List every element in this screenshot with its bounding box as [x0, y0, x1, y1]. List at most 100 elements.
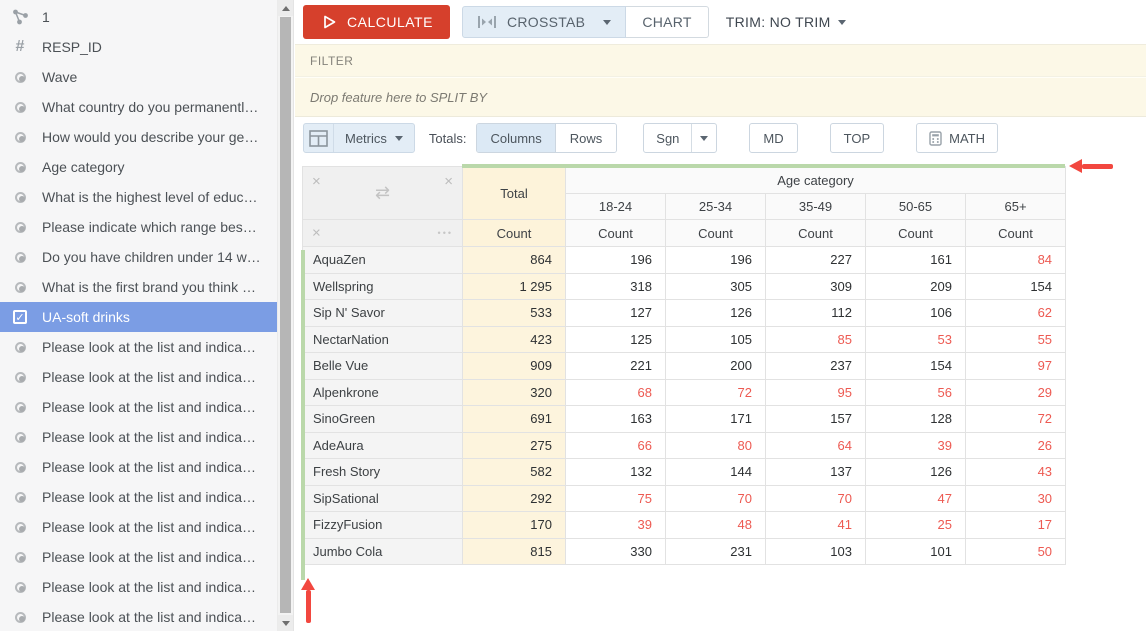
row-label[interactable]: SinoGreen	[303, 406, 463, 433]
sgn-button[interactable]: Sgn	[644, 131, 691, 146]
crosstab-button[interactable]: CROSSTAB	[462, 6, 626, 38]
sidebar-item-label: What is the first brand you think …	[42, 279, 256, 295]
count-value: 227	[766, 247, 866, 274]
math-button[interactable]: MATH	[916, 123, 998, 153]
table-row: Sip N' Savor53312712611210662	[303, 300, 1066, 327]
row-label[interactable]: NectarNation	[303, 326, 463, 353]
sidebar-item-label: 1	[42, 9, 50, 25]
sidebar-item[interactable]: Please look at the list and indica…	[0, 512, 277, 542]
column-header[interactable]: 50-65	[866, 194, 966, 220]
metric-header: Count	[766, 220, 866, 247]
totals-columns-button[interactable]: Columns	[477, 124, 555, 152]
count-value: 70	[766, 485, 866, 512]
count-value: 75	[566, 485, 666, 512]
filter-dropzone[interactable]: FILTER	[295, 44, 1146, 77]
row-label[interactable]: AquaZen	[303, 247, 463, 274]
sidebar-item[interactable]: Please look at the list and indica…	[0, 452, 277, 482]
sidebar-item[interactable]: Wave	[0, 62, 277, 92]
drop-target-line-left	[301, 250, 305, 580]
sidebar-item[interactable]: Please look at the list and indica…	[0, 392, 277, 422]
top-button[interactable]: TOP	[830, 123, 885, 153]
corner-cell-bottom: × •••	[303, 220, 463, 247]
calculator-icon	[929, 131, 942, 146]
radio-icon	[11, 428, 29, 446]
sidebar-item[interactable]: What country do you permanentl…	[0, 92, 277, 122]
arrow-tail	[306, 590, 311, 623]
radio-icon	[11, 398, 29, 416]
sidebar-item[interactable]: 1	[0, 2, 277, 32]
radio-icon	[11, 248, 29, 266]
swap-axes-icon[interactable]: ⇄	[375, 183, 390, 204]
totals-toggle-group: Columns Rows	[476, 123, 617, 153]
column-group-header[interactable]: Age category	[566, 167, 1066, 194]
split-by-placeholder: Drop feature here to SPLIT BY	[310, 90, 487, 105]
column-header[interactable]: 35-49	[766, 194, 866, 220]
arrow-head	[1069, 159, 1082, 173]
annotation-arrow-up	[301, 578, 315, 623]
sidebar-item-label: Please look at the list and indica…	[42, 579, 256, 595]
row-label[interactable]: Belle Vue	[303, 353, 463, 380]
count-value: 330	[566, 538, 666, 565]
column-header[interactable]: 18-24	[566, 194, 666, 220]
sidebar-item[interactable]: Please look at the list and indica…	[0, 332, 277, 362]
row-label[interactable]: Sip N' Savor	[303, 300, 463, 327]
sidebar-item[interactable]: Age category	[0, 152, 277, 182]
remove-metric-icon[interactable]: ×	[312, 226, 321, 241]
count-value: 126	[866, 459, 966, 486]
sidebar-item[interactable]: Please look at the list and indica…	[0, 602, 277, 631]
metrics-dropdown[interactable]: Metrics	[303, 123, 415, 153]
row-label[interactable]: SipSational	[303, 485, 463, 512]
count-value: 47	[866, 485, 966, 512]
sidebar-item[interactable]: What is the first brand you think …	[0, 272, 277, 302]
sidebar-item[interactable]: Please look at the list and indica…	[0, 572, 277, 602]
column-header[interactable]: 25-34	[666, 194, 766, 220]
sgn-dropdown[interactable]	[691, 124, 716, 152]
sidebar-item[interactable]: #RESP_ID	[0, 32, 277, 62]
sidebar-item[interactable]: Please indicate which range bes…	[0, 212, 277, 242]
count-value: 17	[966, 512, 1066, 539]
arrow-head	[301, 578, 315, 590]
row-label[interactable]: Wellspring	[303, 273, 463, 300]
count-value: 95	[766, 379, 866, 406]
trim-dropdown[interactable]: TRIM: NO TRIM	[726, 14, 846, 30]
sidebar-item[interactable]: ✓UA-soft drinks	[0, 302, 277, 332]
column-header[interactable]: 65+	[966, 194, 1066, 220]
total-column-header[interactable]: Total	[463, 167, 566, 220]
remove-columns-icon[interactable]: ×	[444, 174, 453, 189]
calculate-button[interactable]: CALCULATE	[303, 5, 450, 39]
filter-label: FILTER	[310, 54, 353, 68]
count-value: 48	[666, 512, 766, 539]
sidebar-item[interactable]: Please look at the list and indica…	[0, 362, 277, 392]
remove-rows-icon[interactable]: ×	[312, 174, 321, 189]
row-label[interactable]: Jumbo Cola	[303, 538, 463, 565]
sidebar-item-label: What country do you permanentl…	[42, 99, 258, 115]
sidebar-item[interactable]: Please look at the list and indica…	[0, 482, 277, 512]
row-label[interactable]: FizzyFusion	[303, 512, 463, 539]
row-label[interactable]: AdeAura	[303, 432, 463, 459]
count-value: 80	[666, 432, 766, 459]
sidebar-item[interactable]: Do you have children under 14 w…	[0, 242, 277, 272]
split-by-dropzone[interactable]: Drop feature here to SPLIT BY	[295, 77, 1146, 117]
scrollbar-thumb[interactable]	[280, 17, 291, 613]
scroll-down-button[interactable]	[278, 615, 293, 631]
table-layout-icon[interactable]	[304, 124, 334, 152]
more-options-icon[interactable]: •••	[438, 228, 453, 238]
sidebar-item[interactable]: How would you describe your ge…	[0, 122, 277, 152]
sidebar-item[interactable]: Please look at the list and indica…	[0, 542, 277, 572]
sidebar-scrollbar[interactable]	[277, 0, 293, 631]
crosstab-icon	[477, 15, 497, 29]
sidebar-item[interactable]: What is the highest level of educ…	[0, 182, 277, 212]
chart-button[interactable]: CHART	[626, 6, 708, 38]
count-value: 112	[766, 300, 866, 327]
radio-icon	[11, 188, 29, 206]
sidebar-item[interactable]: Please look at the list and indica…	[0, 422, 277, 452]
radio-icon	[11, 488, 29, 506]
row-label[interactable]: Alpenkrone	[303, 379, 463, 406]
row-label[interactable]: Fresh Story	[303, 459, 463, 486]
count-value: 196	[566, 247, 666, 274]
totals-rows-button[interactable]: Rows	[556, 124, 617, 152]
scroll-up-button[interactable]	[278, 0, 293, 16]
md-button[interactable]: MD	[749, 123, 797, 153]
chevron-down-icon	[395, 136, 403, 141]
total-value: 170	[463, 512, 566, 539]
